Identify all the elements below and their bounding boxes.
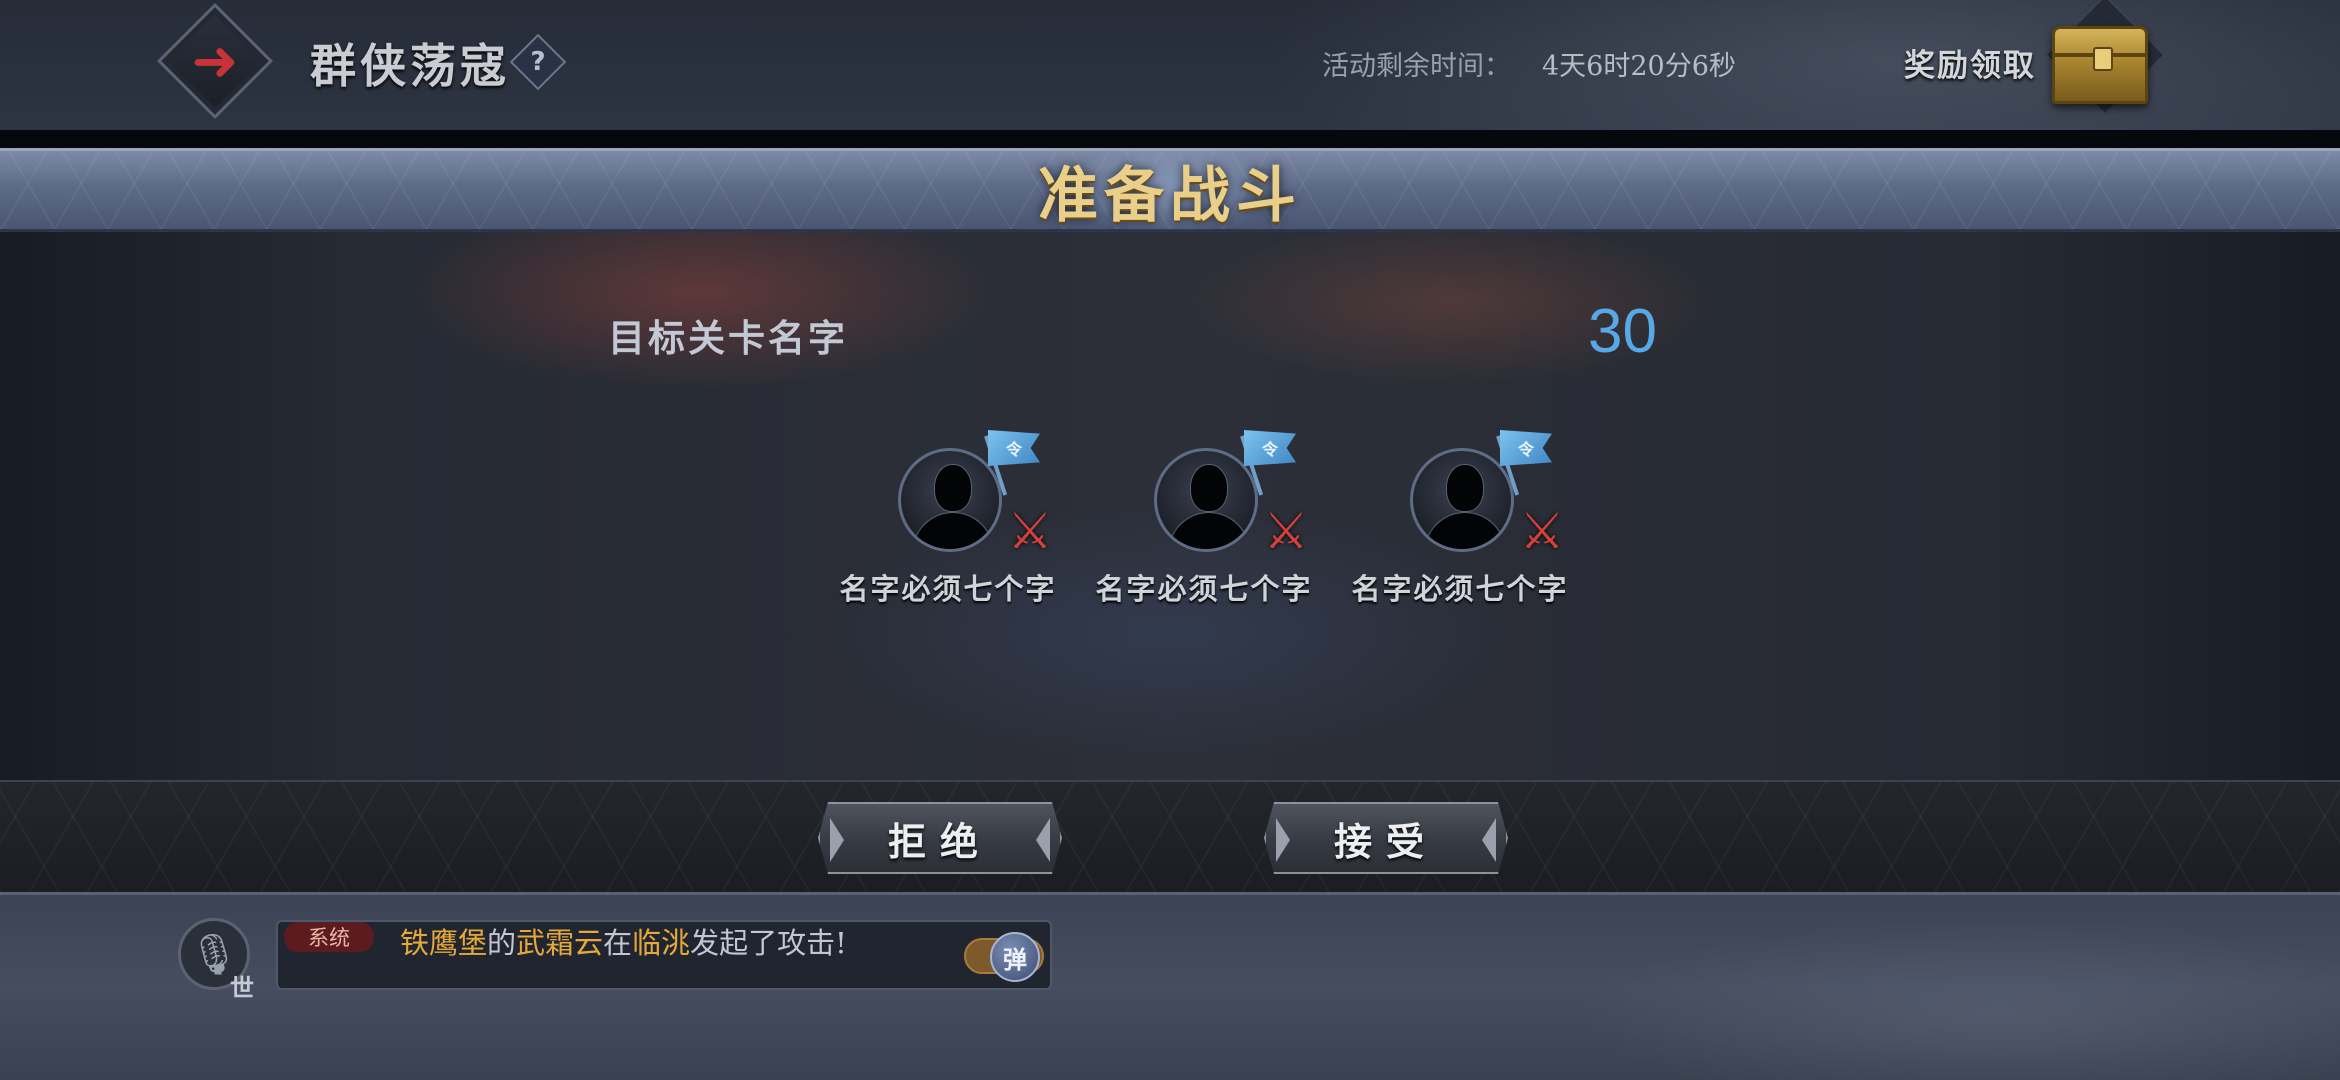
dialog-title: 准备战斗 bbox=[1038, 160, 1302, 231]
accept-button[interactable]: 接受 bbox=[1264, 802, 1508, 874]
reward-claim-label[interactable]: 奖励领取 bbox=[1904, 40, 2036, 85]
avatar bbox=[1154, 448, 1258, 552]
flag-icon: 令 bbox=[1500, 430, 1552, 466]
crossed-swords-icon: ⚔ bbox=[1263, 502, 1309, 560]
avatar bbox=[1410, 448, 1514, 552]
popup-toggle-knob[interactable]: 弹 bbox=[990, 932, 1040, 982]
team-member-1[interactable]: 令 ⚔ 名字必须七个字 bbox=[828, 430, 1068, 610]
team-member-3[interactable]: 令 ⚔ 名字必须七个字 bbox=[1340, 430, 1580, 610]
team-member-2[interactable]: 令 ⚔ 名字必须七个字 bbox=[1084, 430, 1324, 610]
crossed-swords-icon: ⚔ bbox=[1519, 502, 1565, 560]
chat-guild-name: 铁鹰堡 bbox=[400, 926, 488, 960]
silhouette-body bbox=[1425, 513, 1505, 549]
crossed-swords-icon: ⚔ bbox=[1007, 502, 1053, 560]
chat-channel-label[interactable]: 世 bbox=[230, 968, 254, 1003]
treasure-chest-icon[interactable] bbox=[2052, 26, 2148, 104]
chat-text: 发起了攻击! bbox=[690, 926, 847, 960]
chat-player-name: 武霜云 bbox=[516, 926, 604, 960]
member-name: 名字必须七个字 bbox=[1351, 572, 1569, 606]
arrow-left-icon[interactable]: ➜ bbox=[182, 32, 248, 92]
reject-button[interactable]: 拒绝 bbox=[818, 802, 1062, 874]
flag-icon: 令 bbox=[988, 430, 1040, 466]
timer-value: 4天6时20分6秒 bbox=[1542, 51, 1736, 82]
member-name: 名字必须七个字 bbox=[1095, 572, 1313, 606]
member-name: 名字必须七个字 bbox=[839, 572, 1057, 606]
silhouette-icon bbox=[1191, 465, 1227, 511]
silhouette-icon bbox=[935, 465, 971, 511]
target-level: 30 bbox=[1588, 297, 1657, 366]
chat-message: 铁鹰堡的武霜云在临洮发起了攻击! bbox=[400, 920, 847, 962]
silhouette-body bbox=[1169, 513, 1249, 549]
page-title: 群侠荡寇 bbox=[310, 39, 510, 93]
timer-label: 活动剩余时间： bbox=[1322, 51, 1511, 82]
silhouette-icon bbox=[1447, 465, 1483, 511]
chat-text: 在 bbox=[603, 926, 633, 960]
target-stage-name: 目标关卡名字 bbox=[608, 316, 848, 360]
avatar bbox=[898, 448, 1002, 552]
silhouette-body bbox=[913, 513, 993, 549]
button-band bbox=[0, 780, 2340, 895]
chat-text: 的 bbox=[487, 926, 517, 960]
system-tag: 系统 bbox=[284, 922, 374, 952]
chat-location-name: 临洮 bbox=[632, 926, 691, 960]
flag-icon: 令 bbox=[1244, 430, 1296, 466]
question-icon[interactable]: ? bbox=[518, 42, 558, 82]
